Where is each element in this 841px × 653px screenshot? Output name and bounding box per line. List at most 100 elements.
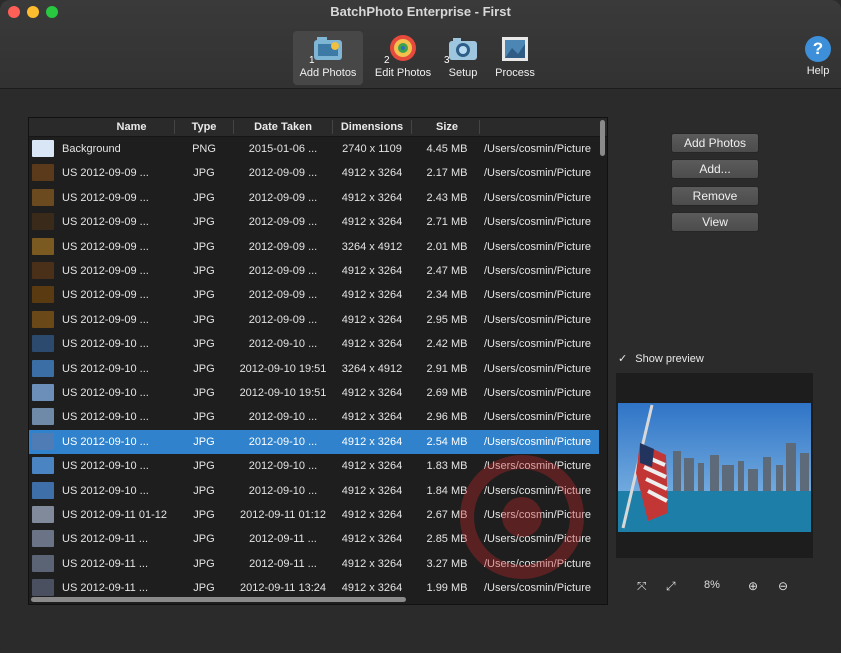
table-row[interactable]: US 2012-09-10 ... JPG 2012-09-10 ... 4912 x… — [29, 429, 599, 454]
cell-path: /Users/cosmin/Picture — [484, 313, 591, 326]
table-row[interactable]: US 2012-09-10 ... JPG 2012-09-10 ... 4912 x… — [29, 405, 599, 429]
cell-path: /Users/cosmin/Picture — [484, 582, 591, 595]
photo-thumbnail — [32, 335, 54, 353]
cell-name: US 2012-09-10 ... — [62, 387, 149, 399]
window-title: BatchPhoto Enterprise - First — [330, 4, 511, 19]
table-row[interactable]: US 2012-09-09 ... JPG 2012-09-09 ... 4912 x… — [29, 308, 599, 332]
cell-path: /Users/cosmin/Picture — [484, 265, 591, 277]
cell-name: US 2012-09-10 ... — [62, 338, 149, 351]
photo-thumbnail — [32, 286, 54, 304]
edit-photos-icon: 2 — [384, 34, 420, 66]
cell-size: 2.47 MB — [426, 265, 468, 277]
photo-thumbnail — [32, 457, 54, 475]
photo-thumbnail — [32, 237, 54, 255]
cell-type: JPG — [193, 557, 215, 570]
table-row[interactable]: US 2012-09-09 ... JPG 2012-09-09 ... 4912 x… — [29, 283, 599, 307]
cell-name: US 2012-09-11 ... — [62, 533, 149, 546]
column-header-dimensions[interactable]: Dimensions — [333, 121, 411, 133]
table-row[interactable]: US 2012-09-09 ... JPG 2012-09-09 ... 4912 x… — [29, 161, 599, 185]
photo-thumbnail — [32, 310, 54, 328]
cell-type: JPG — [193, 484, 215, 497]
cell-dimensions: 3264 x 4912 — [341, 240, 403, 253]
cell-path: /Users/cosmin/Picture — [484, 411, 591, 424]
cell-type: JPG — [193, 265, 215, 277]
cell-date: 2012-09-10 ... — [248, 338, 318, 351]
cell-dimensions: 4912 x 3264 — [341, 533, 403, 546]
column-header-date[interactable]: Date Taken — [234, 121, 332, 133]
add-photos-button[interactable]: Add Photos — [671, 133, 759, 153]
show-preview-label: Show preview — [635, 353, 704, 365]
add-button[interactable]: Add... — [671, 159, 759, 179]
cell-type: JPG — [193, 509, 215, 521]
photo-thumbnail — [32, 530, 54, 548]
add-photos-icon: 1 — [309, 34, 345, 66]
cell-date: 2012-09-09 ... — [248, 167, 318, 180]
table-row[interactable]: US 2012-09-09 ... JPG 2012-09-09 ... 3264 x… — [29, 235, 599, 259]
table-row[interactable]: US 2012-09-10 ... JPG 2012-09-10 19:51 3264… — [29, 357, 599, 381]
table-row[interactable]: Background PNG 2015-01-06 ... 2740 x 1109 4.… — [29, 137, 599, 161]
cell-type: JPG — [193, 435, 215, 448]
cell-type: JPG — [193, 582, 215, 595]
cell-dimensions: 4912 x 3264 — [341, 265, 403, 277]
process-tab[interactable]: Process — [489, 31, 541, 85]
edit-photos-tab[interactable]: 2 Edit Photos — [368, 31, 438, 85]
photo-thumbnail — [32, 408, 54, 426]
cell-date: 2012-09-10 ... — [248, 460, 318, 473]
cell-name: US 2012-09-10 ... — [62, 484, 149, 497]
title-bar: BatchPhoto Enterprise - First 1 Add Phot… — [0, 0, 841, 89]
cell-type: JPG — [193, 362, 215, 375]
cell-path: /Users/cosmin/Picture — [484, 338, 591, 351]
cell-path: /Users/cosmin/Picture — [484, 143, 591, 155]
cell-size: 2.34 MB — [426, 289, 468, 302]
vertical-scrollbar[interactable] — [600, 120, 605, 156]
cell-dimensions: 4912 x 3264 — [341, 216, 403, 229]
cell-dimensions: 4912 x 3264 — [341, 411, 403, 424]
zoom-out-icon[interactable]: ⊖ — [778, 579, 788, 593]
add-photos-tab[interactable]: 1 Add Photos — [293, 31, 363, 85]
cell-date: 2012-09-11 01:12 — [239, 509, 327, 521]
step-number: 2 — [384, 55, 390, 66]
column-header-size[interactable]: Size — [412, 121, 482, 133]
cell-dimensions: 4912 x 3264 — [341, 167, 403, 180]
column-divider — [479, 120, 480, 134]
horizontal-scrollbar[interactable] — [31, 597, 406, 602]
table-row[interactable]: US 2012-09-09 ... JPG 2012-09-09 ... 4912 x… — [29, 259, 599, 283]
zoom-in-icon[interactable]: ⊕ — [748, 579, 758, 593]
cell-size: 2.01 MB — [426, 240, 468, 253]
cell-dimensions: 4912 x 3264 — [341, 387, 403, 399]
setup-tab[interactable]: 3 Setup — [442, 31, 484, 85]
table-row[interactable]: US 2012-09-09 ... JPG 2012-09-09 ... 4912 x… — [29, 186, 599, 210]
step-number: 1 — [309, 55, 315, 66]
table-row[interactable]: US 2012-09-09 ... JPG 2012-09-09 ... 4912 x… — [29, 210, 599, 234]
cell-name: Background — [62, 143, 121, 155]
show-preview-checkbox[interactable]: ✓ Show preview — [618, 352, 704, 365]
setup-label: Setup — [448, 67, 478, 79]
cell-name: US 2012-09-11 ... — [62, 582, 149, 595]
actual-size-icon[interactable]: ⤢ — [666, 579, 676, 594]
photo-thumbnail — [32, 481, 54, 499]
cell-date: 2012-09-09 ... — [248, 313, 318, 326]
remove-button[interactable]: Remove — [671, 186, 759, 206]
photo-thumbnail — [32, 579, 54, 597]
table-row[interactable]: US 2012-09-10 ... JPG 2012-09-10 ... 4912 x… — [29, 332, 599, 356]
fit-icon[interactable]: ⤧ — [637, 579, 647, 594]
cell-type: PNG — [192, 143, 216, 155]
table-row[interactable]: US 2012-09-10 ... JPG 2012-09-10 19:51 4912… — [29, 381, 599, 405]
cell-type: JPG — [193, 191, 215, 204]
cell-date: 2012-09-09 ... — [248, 265, 318, 277]
checkmark-icon: ✓ — [618, 353, 628, 365]
cell-dimensions: 4912 x 3264 — [341, 338, 403, 351]
cell-path: /Users/cosmin/Picture — [484, 167, 591, 180]
edit-photos-label: Edit Photos — [374, 67, 432, 79]
view-button[interactable]: View — [671, 212, 759, 232]
photo-thumbnail — [32, 432, 54, 450]
cell-dimensions: 4912 x 3264 — [341, 191, 403, 204]
cell-path: /Users/cosmin/Picture — [484, 240, 591, 253]
help-button[interactable]: ? Help — [800, 31, 836, 85]
cell-dimensions: 4912 x 3264 — [341, 484, 403, 497]
cell-date: 2012-09-11 13:24 — [239, 582, 327, 595]
cell-name: US 2012-09-10 ... — [62, 460, 149, 473]
column-header-type[interactable]: Type — [175, 121, 233, 133]
help-label: Help — [806, 65, 830, 77]
step-number: 3 — [444, 55, 450, 66]
